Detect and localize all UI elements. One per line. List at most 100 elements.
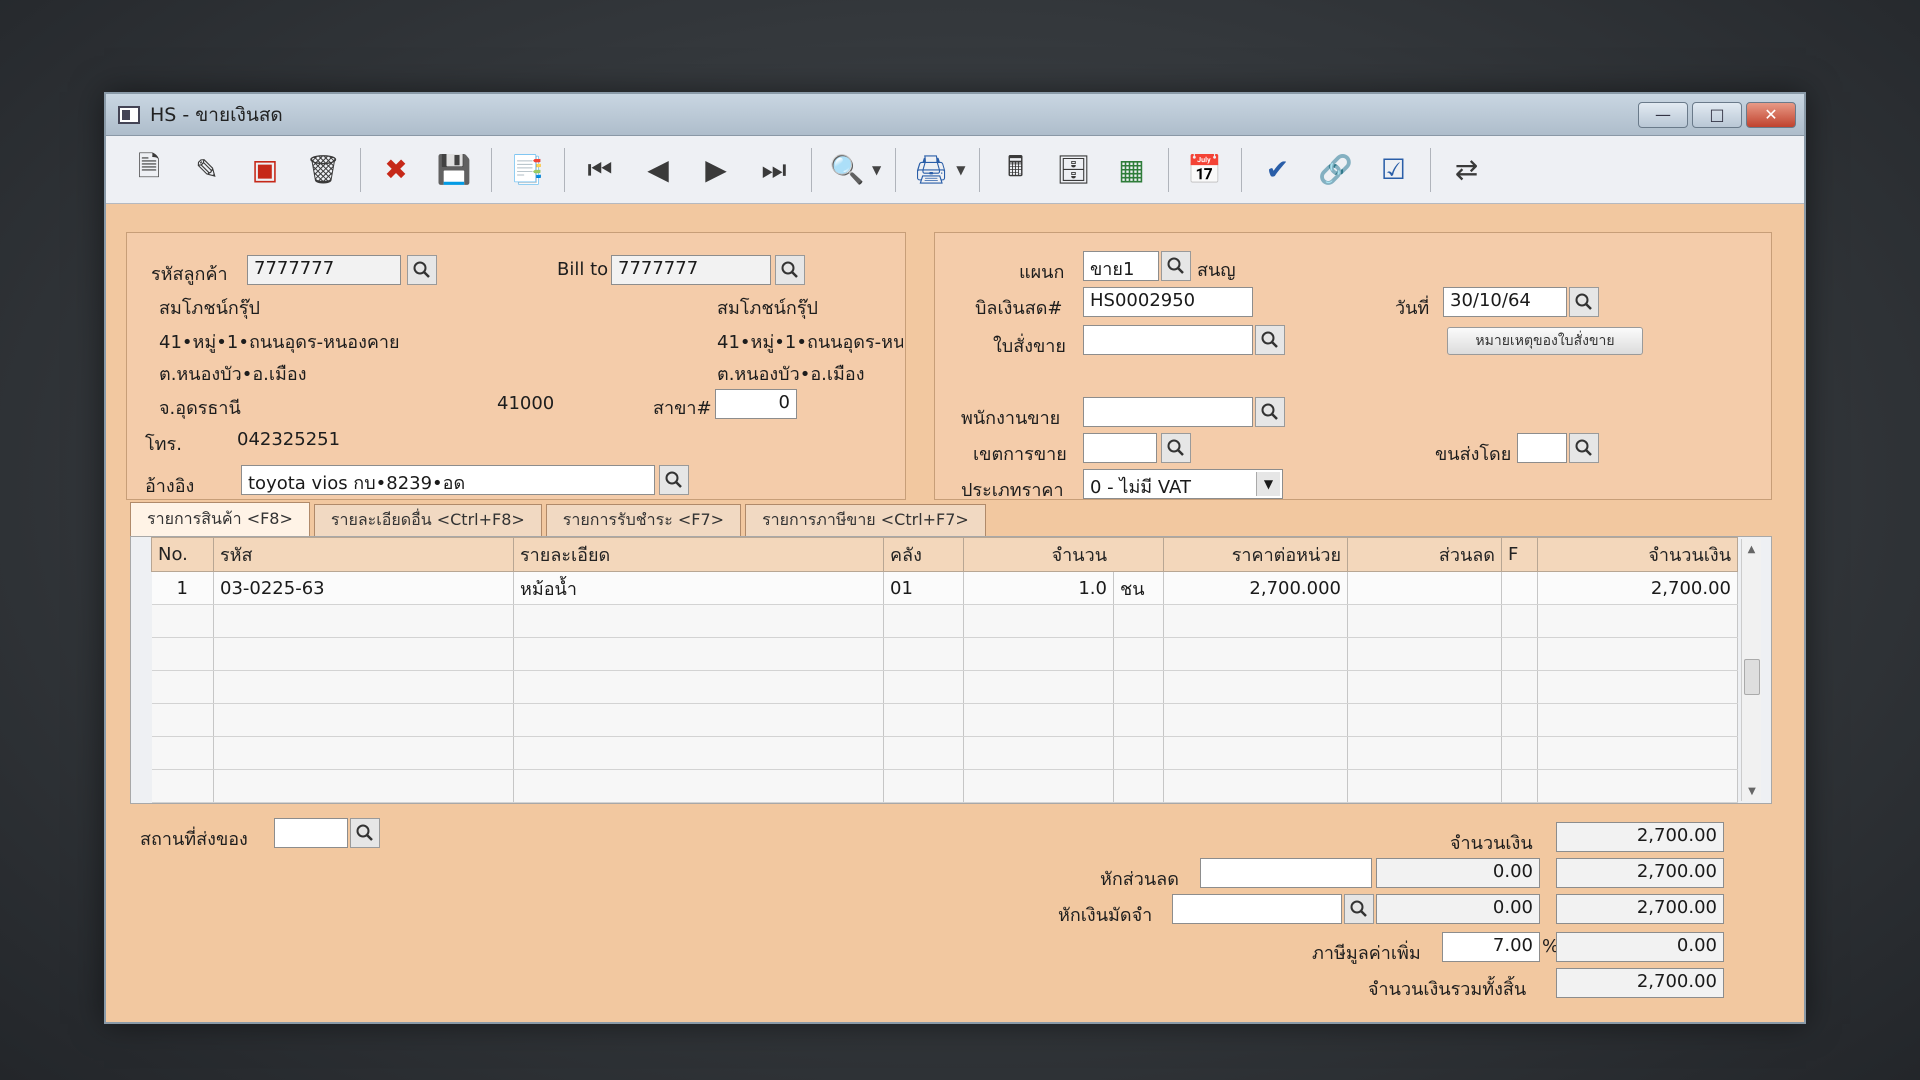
sales-order-search-icon[interactable] — [1255, 325, 1285, 355]
col-no[interactable]: No. — [151, 537, 214, 572]
table-row-empty[interactable] — [151, 736, 1738, 770]
chevron-down-icon[interactable]: ▼ — [1256, 472, 1280, 496]
col-quantity[interactable]: จำนวน — [963, 537, 1164, 572]
calc-icon[interactable]: 🖩 — [992, 147, 1038, 193]
save-icon[interactable]: 💾 — [431, 147, 477, 193]
col-flag[interactable]: F — [1501, 537, 1538, 572]
col-code[interactable]: รหัส — [213, 537, 514, 572]
billto-search-icon[interactable] — [775, 255, 805, 285]
ship-by-search-icon[interactable] — [1569, 433, 1599, 463]
price-type-select[interactable]: 0 - ไม่มี VAT ▼ — [1083, 469, 1283, 499]
grid-scrollbar[interactable]: ▲ ▼ — [1741, 539, 1761, 801]
next-record-icon[interactable]: ▶ — [693, 147, 739, 193]
cell-quantity[interactable]: 1.0 — [963, 571, 1114, 605]
deposit-input[interactable] — [1172, 894, 1342, 924]
ok-icon[interactable]: ☑ — [1370, 147, 1416, 193]
prev-record-icon[interactable]: ◀ — [635, 147, 681, 193]
table-row[interactable]: 1 03-0225-63 หม้อน้ำ 01 1.0 ชน 2,700.000… — [151, 571, 1738, 605]
tab-payments[interactable]: รายการรับชำระ <F7> — [545, 504, 742, 536]
table-row-empty[interactable] — [151, 703, 1738, 737]
reference-search-icon[interactable] — [659, 465, 689, 495]
date-search-icon[interactable] — [1569, 287, 1599, 317]
new-doc-icon[interactable]: 🗎 — [126, 147, 172, 193]
void-icon[interactable]: ▣ — [242, 147, 288, 193]
tab-items[interactable]: รายการสินค้า <F8> — [130, 502, 310, 536]
last-record-icon[interactable]: ⏭ — [751, 147, 797, 193]
col-description[interactable]: รายละเอียด — [513, 537, 884, 572]
cell-warehouse[interactable]: 01 — [883, 571, 964, 605]
cancel-icon[interactable]: ✖ — [373, 147, 419, 193]
print-icon[interactable]: 🖨 — [908, 147, 954, 193]
table-row-empty[interactable] — [151, 637, 1738, 671]
cell-unit-price[interactable]: 2,700.000 — [1163, 571, 1348, 605]
customer-code-input[interactable]: 7777777 — [247, 255, 401, 285]
minimize-button[interactable]: — — [1638, 101, 1688, 128]
post-icon[interactable]: 📅 — [1181, 147, 1227, 193]
amount-label: จำนวนเงิน — [1450, 833, 1533, 854]
table-row-empty[interactable] — [151, 604, 1738, 638]
branch-input[interactable]: 0 — [715, 389, 797, 419]
scroll-thumb[interactable] — [1744, 659, 1760, 695]
title-bar[interactable]: HS - ขายเงินสด — □ ✕ — [106, 94, 1804, 136]
cell-unit[interactable]: ชน — [1113, 571, 1164, 605]
cell-description[interactable]: หม้อน้ำ — [513, 571, 884, 605]
approve-icon[interactable]: ▦ — [1108, 147, 1154, 193]
col-discount[interactable]: ส่วนลด — [1347, 537, 1502, 572]
link-icon[interactable]: 🔗 — [1312, 147, 1358, 193]
customer-search-icon[interactable] — [407, 255, 437, 285]
ship-by-input[interactable] — [1517, 433, 1567, 463]
scroll-down-icon[interactable]: ▼ — [1742, 781, 1762, 801]
date-label: วันที่ — [1395, 298, 1430, 319]
customer-postcode: 41000 — [497, 393, 555, 414]
department-label: แผนก — [1019, 262, 1065, 283]
deposit-search-icon[interactable] — [1344, 894, 1374, 924]
delete-icon[interactable]: 🗑 — [300, 147, 346, 193]
table-row-empty[interactable] — [151, 769, 1738, 803]
customer-panel: รหัสลูกค้า 7777777 Bill to 7777777 สมโภช… — [126, 232, 906, 500]
report-icon[interactable]: 🗄 — [1050, 147, 1096, 193]
col-amount[interactable]: จำนวนเงิน — [1537, 537, 1738, 572]
tab-other-details[interactable]: รายละเอียดอื่น <Ctrl+F8> — [313, 504, 542, 536]
transfer-icon[interactable]: ⇄ — [1443, 147, 1489, 193]
find-dropdown-icon[interactable]: ▼ — [872, 163, 881, 177]
billto-code-input[interactable]: 7777777 — [611, 255, 771, 285]
copy-icon[interactable]: 📑 — [504, 147, 550, 193]
sales-order-note-button[interactable]: หมายเหตุของใบสั่งขาย — [1447, 327, 1643, 355]
discount-input[interactable] — [1200, 858, 1372, 888]
ship-place-input[interactable] — [274, 818, 348, 848]
cell-flag[interactable] — [1501, 571, 1538, 605]
cell-discount[interactable] — [1347, 571, 1502, 605]
print-dropdown-icon[interactable]: ▼ — [956, 163, 965, 177]
col-unit-price[interactable]: ราคาต่อหน่วย — [1163, 537, 1348, 572]
cell-no[interactable]: 1 — [151, 571, 214, 605]
salesman-search-icon[interactable] — [1255, 397, 1285, 427]
sales-area-search-icon[interactable] — [1161, 433, 1191, 463]
salesman-input[interactable] — [1083, 397, 1253, 427]
ship-place-label: สถานที่ส่งของ — [140, 829, 248, 850]
department-search-icon[interactable] — [1161, 251, 1191, 281]
after-discount-value: 2,700.00 — [1556, 858, 1724, 888]
edit-icon[interactable]: ✎ — [184, 147, 230, 193]
cell-code[interactable]: 03-0225-63 — [213, 571, 514, 605]
sales-order-input[interactable] — [1083, 325, 1253, 355]
customer-province: จ.อุดรธานี — [159, 398, 241, 419]
toolbar-separator — [895, 147, 897, 192]
date-input[interactable]: 30/10/64 — [1443, 287, 1567, 317]
vat-rate-input[interactable]: 7.00 — [1442, 932, 1540, 962]
tab-sales-tax[interactable]: รายการภาษีขาย <Ctrl+F7> — [745, 504, 986, 536]
close-button[interactable]: ✕ — [1746, 101, 1796, 128]
scroll-up-icon[interactable]: ▲ — [1742, 539, 1761, 559]
ok-stamp-icon[interactable]: ✔ — [1254, 147, 1300, 193]
bill-number-input[interactable]: HS0002950 — [1083, 287, 1253, 317]
sales-area-input[interactable] — [1083, 433, 1157, 463]
billto-address-2: ต.หนองบัว•อ.เมือง — [717, 364, 865, 385]
cell-amount[interactable]: 2,700.00 — [1537, 571, 1738, 605]
maximize-button[interactable]: □ — [1692, 101, 1742, 128]
table-row-empty[interactable] — [151, 670, 1738, 704]
first-record-icon[interactable]: ⏮ — [577, 147, 623, 193]
find-icon[interactable]: 🔍 — [824, 147, 870, 193]
ship-place-search-icon[interactable] — [350, 818, 380, 848]
department-input[interactable]: ขาย1 — [1083, 251, 1159, 281]
col-warehouse[interactable]: คลัง — [883, 537, 964, 572]
reference-input[interactable]: toyota vios กบ•8239•อด — [241, 465, 655, 495]
